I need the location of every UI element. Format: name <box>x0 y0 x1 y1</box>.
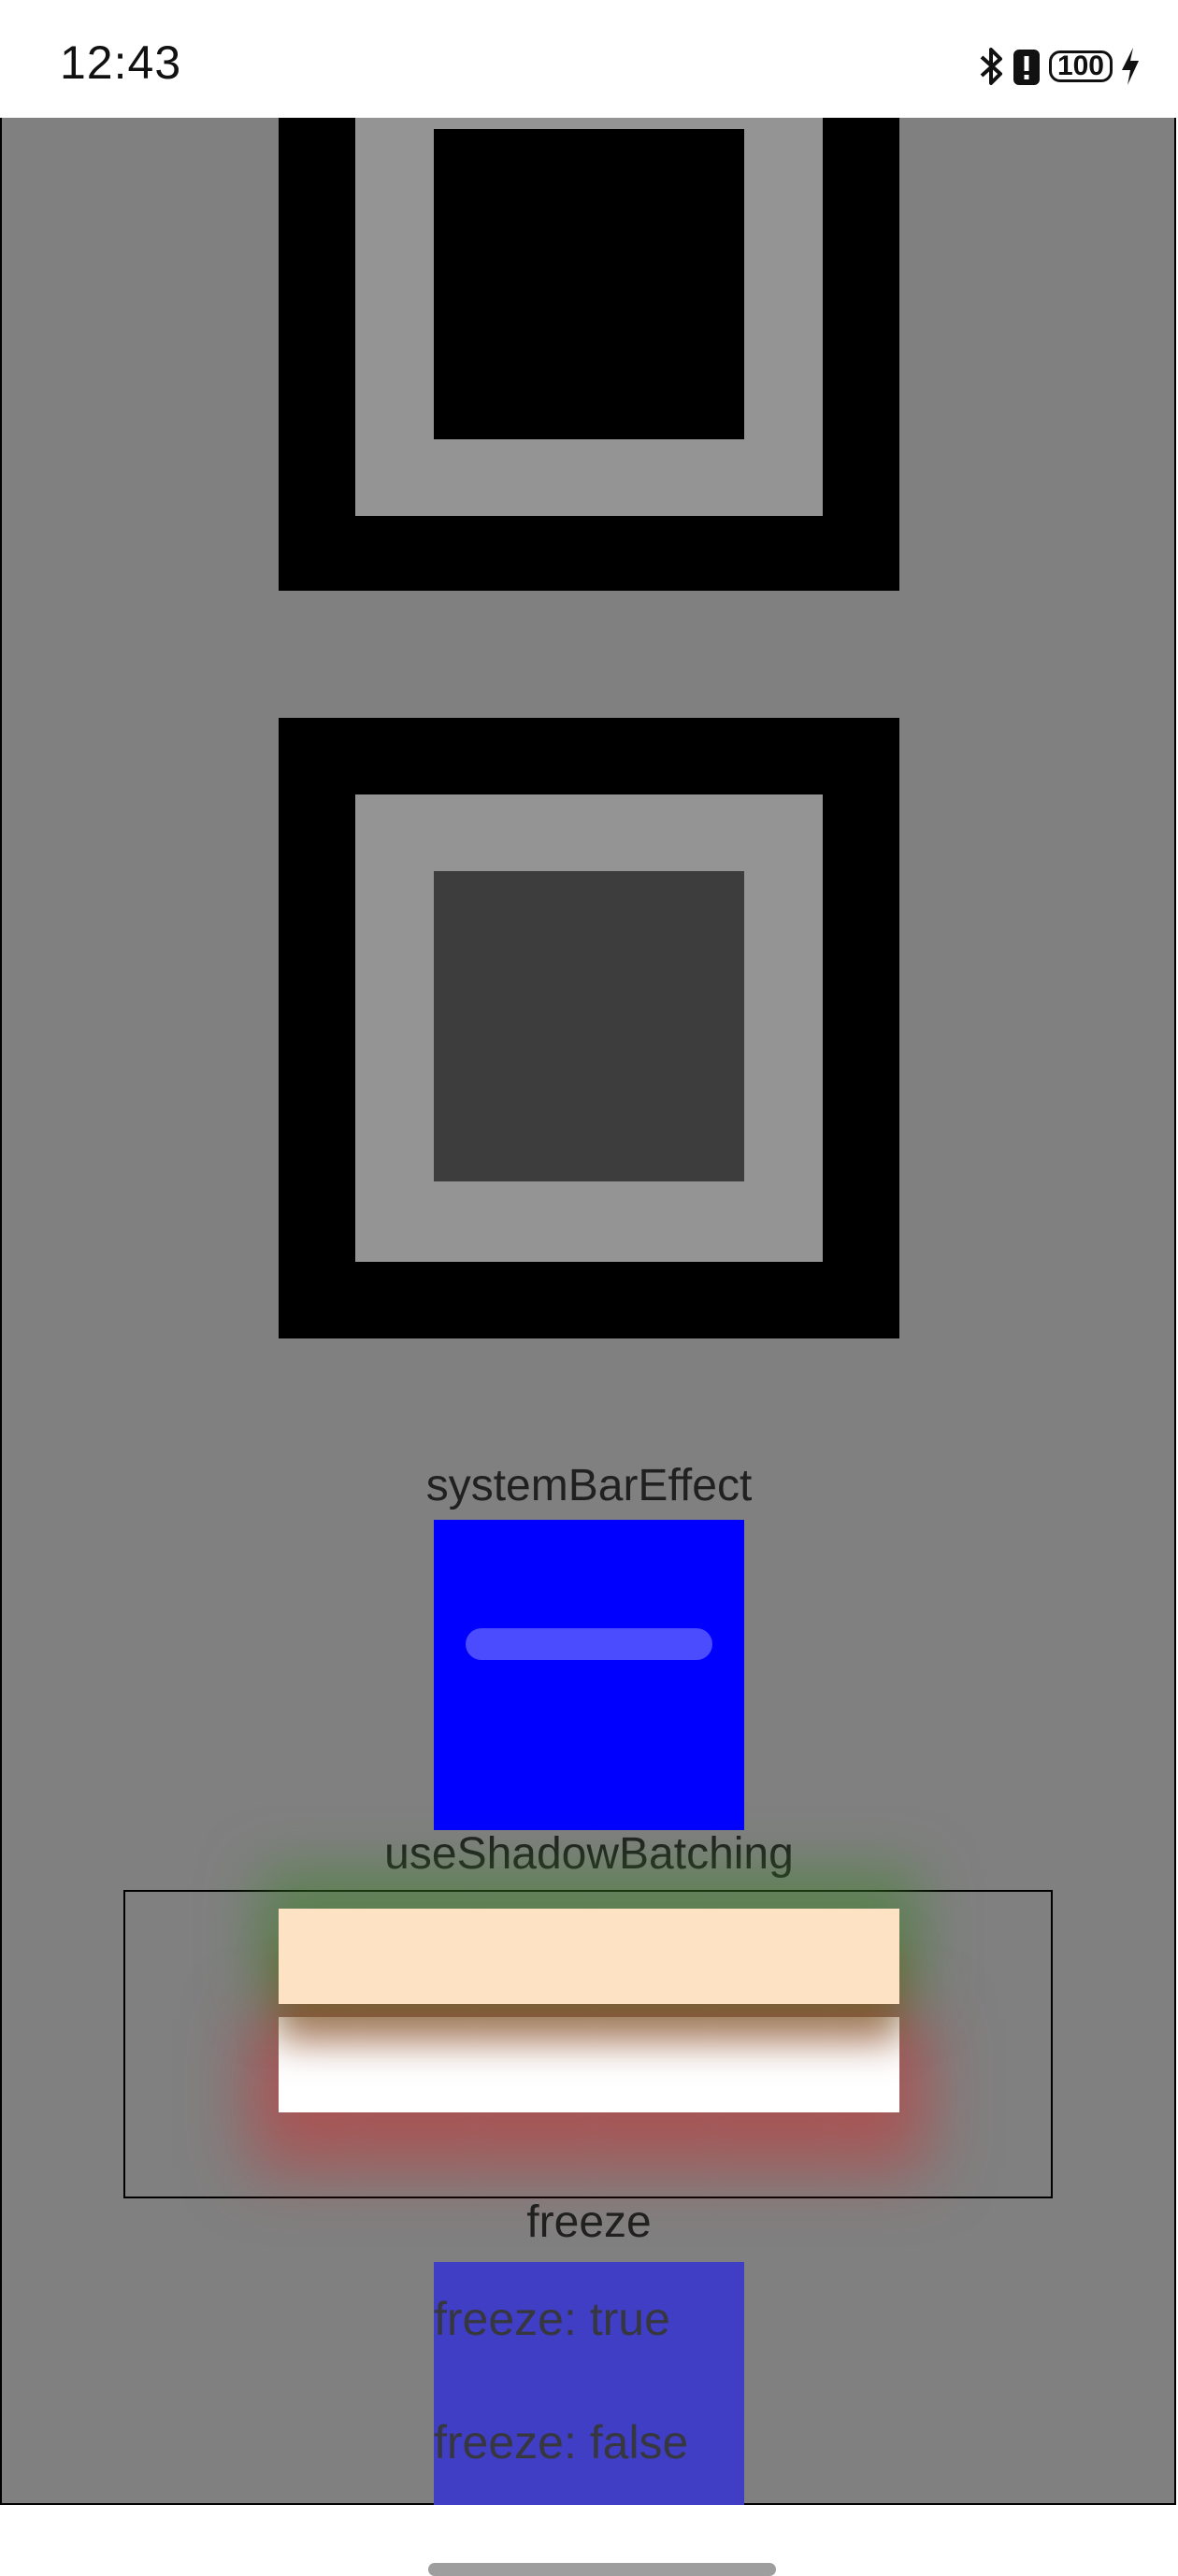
freeze-false-text: freeze: false <box>434 2416 689 2469</box>
status-icons: 100 <box>980 43 1141 90</box>
square-bottom-inner <box>434 871 744 1181</box>
shadow-bar-bottom <box>279 2017 899 2112</box>
freeze-true-text: freeze: true <box>434 2293 670 2345</box>
status-clock: 12:43 <box>60 36 182 89</box>
status-bar: 12:43 100 <box>0 0 1178 118</box>
bluetooth-icon <box>980 48 1002 85</box>
use-shadow-batching-label: useShadowBatching <box>384 1829 794 1879</box>
shadow-bar-top <box>279 1909 899 2004</box>
system-bar-effect-box <box>434 1520 744 1830</box>
charging-icon <box>1122 48 1139 85</box>
battery-icon: 100 <box>1048 50 1113 82</box>
freeze-label: freeze <box>526 2197 652 2247</box>
system-bar-effect-label: systemBarEffect <box>425 1461 753 1510</box>
square-top-inner <box>434 129 744 439</box>
freeze-box: freeze: true freeze: false <box>434 2262 744 2505</box>
battery-level: 100 <box>1056 50 1104 81</box>
battery-alert-icon <box>1013 50 1040 85</box>
gesture-nav-handle[interactable] <box>428 2563 776 2576</box>
system-bar-indicator <box>466 1628 712 1660</box>
